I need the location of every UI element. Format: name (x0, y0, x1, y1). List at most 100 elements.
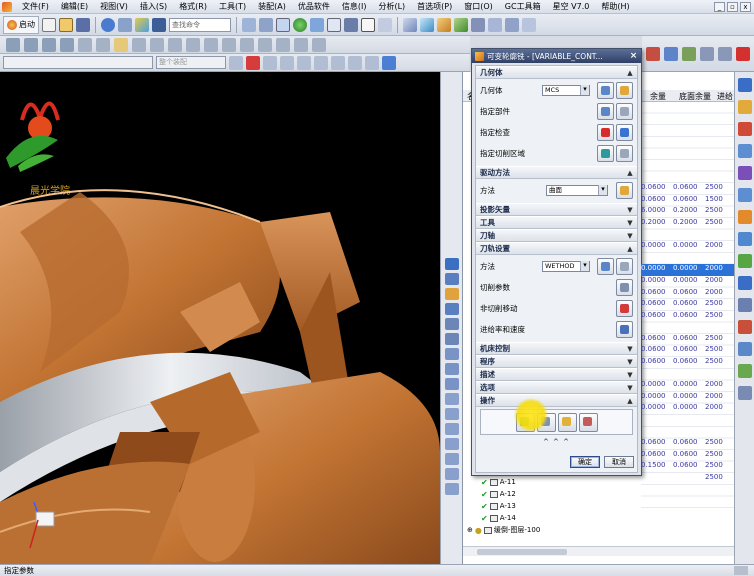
col-stock-header[interactable]: 余量 (650, 91, 666, 102)
table-row[interactable]: 0.0000 0.0000 2000 (641, 392, 734, 404)
section-geometry-header[interactable]: 几何体 ▲ (476, 66, 637, 79)
verify-icon[interactable] (488, 17, 502, 32)
table-row[interactable]: 0.0000 0.0000 2000 (641, 241, 734, 253)
col-floor-stock-header[interactable]: 底面余量 (679, 91, 711, 102)
print-icon[interactable] (242, 17, 256, 32)
col-feed-header[interactable]: 进给 (717, 91, 733, 102)
menu-xingkong[interactable]: 星空 V7.0 (547, 1, 596, 12)
section-description-header[interactable]: 描述 ▼ (476, 368, 637, 381)
revolve-icon[interactable] (24, 37, 38, 52)
section-drive-header[interactable]: 驱动方法 ▲ (476, 166, 637, 179)
section-tool-header[interactable]: 工具 ▼ (476, 216, 637, 229)
create-program-icon[interactable] (403, 17, 417, 32)
reuse-library-icon[interactable] (737, 144, 752, 158)
menu-tools[interactable]: 工具(T) (213, 1, 252, 12)
menu-edit[interactable]: 编辑(E) (55, 1, 94, 12)
menu-info[interactable]: 信息(I) (336, 1, 373, 12)
flag-icon[interactable] (736, 46, 750, 61)
cut-icon[interactable] (118, 17, 132, 32)
vtool-5-icon[interactable] (444, 318, 459, 330)
vtool-1-icon[interactable] (444, 258, 459, 270)
arc-center-icon[interactable] (331, 55, 345, 70)
table-row[interactable] (641, 137, 734, 149)
command-search-input[interactable]: 查找命令 (169, 17, 231, 32)
table-row[interactable]: 0.2000 0.2000 2500 (641, 218, 734, 230)
table-row[interactable] (641, 415, 734, 427)
view-orient-icon[interactable] (276, 17, 290, 32)
more-options-toggle[interactable]: ^ ^ ^ (476, 437, 637, 447)
menu-format[interactable]: 格式(R) (173, 1, 213, 12)
dropdown-icon[interactable] (378, 17, 392, 32)
table-row[interactable]: 0.0600 0.0600 2500 (641, 450, 734, 462)
menu-youpin[interactable]: 优品软件 (292, 1, 336, 12)
menu-gc-toolbox[interactable]: GC工具箱 (499, 1, 547, 12)
expand-icon[interactable]: ⊕ (467, 526, 473, 534)
system-scenes-icon[interactable] (737, 342, 752, 356)
vtool-8-icon[interactable] (444, 363, 459, 375)
open-folder-icon[interactable] (59, 17, 73, 32)
tree-item[interactable]: ✔ A-12 (481, 488, 601, 500)
tree-item[interactable]: ✔ A-14 (481, 512, 601, 524)
history-icon[interactable] (737, 210, 752, 224)
menu-help[interactable]: 帮助(H) (595, 1, 635, 12)
cancel-button[interactable]: 取消 (604, 456, 634, 468)
table-row[interactable]: 6.0000 0.2000 2500 (641, 206, 734, 218)
cut-params-button[interactable] (616, 279, 633, 296)
verify-button[interactable] (557, 412, 577, 432)
close-window-icon[interactable]: x (740, 1, 751, 12)
dialog-title-bar[interactable]: 可变轮廓铣 - [VARIABLE_CONT... × (472, 49, 641, 63)
horizontal-scrollbar[interactable] (463, 546, 734, 556)
table-row[interactable]: 0.0600 0.0600 2500 (641, 357, 734, 369)
offset-face-icon[interactable] (276, 37, 290, 52)
view-cube-icon[interactable] (382, 55, 396, 70)
show-check-button[interactable] (616, 124, 633, 141)
display-mode-icon[interactable] (361, 17, 375, 32)
dialog-close-icon[interactable]: × (628, 51, 639, 61)
geometry-select[interactable]: MCS (542, 85, 590, 96)
edit-geometry-button[interactable] (616, 82, 633, 99)
table-row[interactable]: 0.0600 0.0600 2500 (641, 334, 734, 346)
restore-icon[interactable]: ▫ (727, 1, 738, 12)
sew-icon[interactable] (258, 37, 272, 52)
section-machine-control-header[interactable]: 机床控制 ▼ (476, 342, 637, 355)
postprocess-icon[interactable] (505, 17, 519, 32)
sketch-icon[interactable] (114, 37, 128, 52)
edit-object-icon[interactable] (135, 17, 149, 32)
vtool-9-icon[interactable] (444, 378, 459, 390)
pattern-icon[interactable] (168, 37, 182, 52)
extrude-icon[interactable] (6, 37, 20, 52)
edge-blend-icon[interactable] (78, 37, 92, 52)
section-actions-header[interactable]: 操作 ▲ (476, 394, 637, 407)
process-studio-icon[interactable] (737, 254, 752, 268)
trim-body-icon[interactable] (150, 37, 164, 52)
cam-tool-1-icon[interactable] (646, 46, 660, 61)
mirror-icon[interactable] (186, 37, 200, 52)
section-program-header[interactable]: 程序 ▼ (476, 355, 637, 368)
table-row[interactable] (641, 172, 734, 184)
list-button[interactable] (578, 412, 598, 432)
vtool-7-icon[interactable] (444, 348, 459, 360)
table-row[interactable]: 0.0600 0.0600 2500 (641, 299, 734, 311)
datum-plane-icon[interactable] (132, 37, 146, 52)
vtool-12-icon[interactable] (444, 423, 459, 435)
create-geometry-icon[interactable] (437, 17, 451, 32)
menu-file[interactable]: 文件(F) (16, 1, 55, 12)
menu-assembly[interactable]: 装配(A) (252, 1, 292, 12)
scroll-thumb[interactable] (477, 549, 567, 555)
cam-tool-5-icon[interactable] (718, 46, 732, 61)
web-browser-icon[interactable] (737, 188, 752, 202)
endpoint-icon[interactable] (263, 55, 277, 70)
minimize-icon[interactable]: _ (714, 1, 725, 12)
edit-drive-button[interactable] (616, 182, 633, 199)
table-row[interactable]: 0.1500 0.0600 2500 (641, 461, 734, 473)
chamfer-icon[interactable] (96, 37, 110, 52)
unite-icon[interactable] (204, 37, 218, 52)
ok-button[interactable]: 确定 (570, 456, 600, 468)
menu-view[interactable]: 视图(V) (94, 1, 134, 12)
section-tool-axis-header[interactable]: 刀轴 ▼ (476, 229, 637, 242)
path-method-select[interactable]: WETHOD (542, 261, 590, 272)
history-2-icon[interactable] (737, 386, 752, 400)
table-row[interactable]: 0.0000 0.0000 2000 (641, 380, 734, 392)
vtool-14-icon[interactable] (444, 453, 459, 465)
create-tool-icon[interactable] (420, 17, 434, 32)
